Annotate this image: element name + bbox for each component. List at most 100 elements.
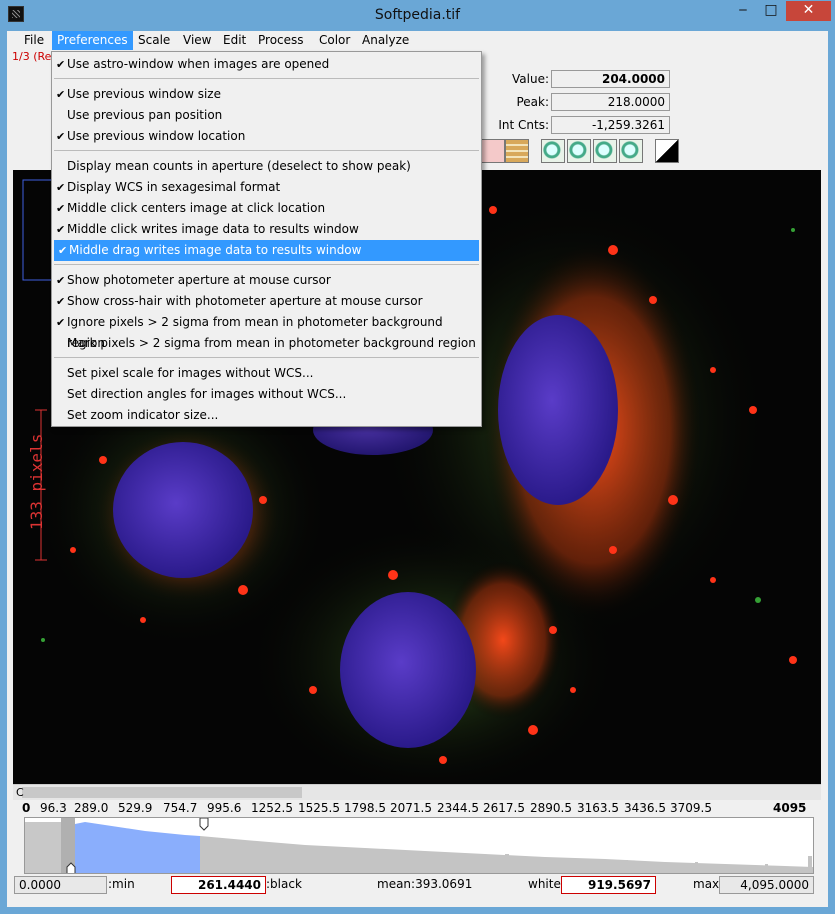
check-icon: ✔: [56, 274, 66, 287]
table-icon[interactable]: [505, 139, 529, 163]
menu-item-mean-counts[interactable]: Display mean counts in aperture (deselec…: [52, 156, 481, 177]
menu-process[interactable]: Process: [253, 31, 309, 50]
menu-separator: [54, 357, 479, 358]
zoom-fit-icon[interactable]: [619, 139, 643, 163]
menu-file[interactable]: File: [19, 31, 49, 50]
min-field[interactable]: 0.0000: [14, 876, 107, 894]
check-icon: ✔: [56, 181, 66, 194]
menu-item-label: Show photometer aperture at mouse cursor: [67, 273, 331, 287]
black-field[interactable]: 261.4440: [171, 876, 266, 894]
check-icon: ✔: [56, 202, 66, 215]
photometer-tool-icon[interactable]: [481, 139, 505, 163]
menu-item-set-pixel-scale[interactable]: Set pixel scale for images without WCS..…: [52, 363, 481, 384]
menu-item-label: Display WCS in sexagesimal format: [67, 180, 281, 194]
menu-item-previous-window-size[interactable]: ✔ Use previous window size: [52, 84, 481, 105]
zoom-actual-icon[interactable]: [567, 139, 591, 163]
menu-item-show-crosshair[interactable]: ✔ Show cross-hair with photometer apertur…: [52, 291, 481, 312]
menu-item-astro-window[interactable]: ✔ Use astro-window when images are opened: [52, 54, 481, 75]
menu-separator: [54, 78, 479, 79]
tick-label: 3163.5: [577, 801, 619, 815]
check-icon: ✔: [56, 130, 66, 143]
histogram-tick-row: 0 96.3 289.0 529.9 754.7 995.6 1252.5 15…: [22, 801, 814, 817]
menu-item-wcs-sexagesimal[interactable]: ✔ Display WCS in sexagesimal format: [52, 177, 481, 198]
tick-label: 1252.5: [251, 801, 293, 815]
menu-item-label: Use previous pan position: [67, 108, 223, 122]
tick-label: 3436.5: [624, 801, 666, 815]
tick-label: 4095: [773, 801, 807, 815]
close-button[interactable]: ✕: [786, 1, 831, 21]
check-icon: ✔: [56, 223, 66, 236]
menu-separator: [54, 150, 479, 151]
menu-item-label: Set zoom indicator size...: [67, 408, 219, 422]
menu-item-set-zoom-indicator[interactable]: Set zoom indicator size...: [52, 405, 481, 426]
maximize-button[interactable]: □: [758, 1, 784, 21]
menu-item-middle-drag-writes[interactable]: ✔ Middle drag writes image data to result…: [54, 240, 479, 261]
tick-label: 2617.5: [483, 801, 525, 815]
menu-item-previous-pan-position[interactable]: Use previous pan position: [52, 105, 481, 126]
check-icon: ✔: [58, 244, 68, 257]
tick-label: 995.6: [207, 801, 242, 815]
menu-item-label: Display mean counts in aperture (deselec…: [67, 159, 411, 173]
menubar: File Preferences Scale View Edit Process…: [7, 31, 828, 50]
value-readout: 204.0000: [551, 70, 670, 88]
check-icon: ✔: [56, 88, 66, 101]
menu-preferences[interactable]: Preferences: [52, 31, 133, 50]
tick-label: 96.3: [40, 801, 67, 815]
menu-item-middle-click-centers[interactable]: ✔ Middle click centers image at click loc…: [52, 198, 481, 219]
preferences-menu: ✔ Use astro-window when images are opened…: [51, 51, 482, 427]
tick-label: 2071.5: [390, 801, 432, 815]
tick-label: 1798.5: [344, 801, 386, 815]
menu-item-label: Middle drag writes image data to results…: [69, 243, 362, 257]
menu-item-label: Use astro-window when images are opened: [67, 57, 330, 71]
tick-label: 0: [22, 801, 31, 815]
tick-label: 2890.5: [530, 801, 572, 815]
title-bar: Softpedia.tif ‒ □ ✕: [0, 0, 835, 31]
menu-item-label: Use previous window location: [67, 129, 246, 143]
tick-label: 3709.5: [670, 801, 712, 815]
menu-item-label: Middle click writes image data to result…: [67, 222, 359, 236]
menu-item-set-direction-angles[interactable]: Set direction angles for images without …: [52, 384, 481, 405]
tick-label: 529.9: [118, 801, 153, 815]
scalebar-label: 133 pixels: [27, 433, 46, 530]
menu-item-mark-pixels[interactable]: Mark pixels > 2 sigma from mean in photo…: [52, 333, 481, 354]
peak-label: Peak:: [516, 95, 549, 109]
zoom-in-icon[interactable]: [541, 139, 565, 163]
invert-icon[interactable]: [655, 139, 679, 163]
frame-label: 1/3 (Re: [12, 50, 52, 63]
scrollbar-thumb[interactable]: [22, 787, 302, 798]
menu-item-label: Middle click centers image at click loca…: [67, 201, 326, 215]
histogram-plot[interactable]: [24, 817, 814, 874]
histogram-svg: [25, 818, 813, 873]
mean-label: mean:393.0691: [377, 877, 473, 891]
value-label: Value:: [512, 72, 549, 86]
menu-item-label: Mark pixels > 2 sigma from mean in photo…: [67, 336, 476, 350]
horizontal-scrollbar[interactable]: [13, 784, 821, 800]
int-cnts-label: Int Cnts:: [498, 118, 549, 132]
check-icon: ✔: [56, 295, 66, 308]
white-field[interactable]: 919.5697: [561, 876, 656, 894]
menu-view[interactable]: View: [178, 31, 216, 50]
menu-item-label: Show cross-hair with photometer aperture…: [67, 294, 423, 308]
tick-label: 2344.5: [437, 801, 479, 815]
window-title: Softpedia.tif: [374, 7, 461, 23]
menu-color[interactable]: Color: [314, 31, 355, 50]
zoom-out-icon[interactable]: [593, 139, 617, 163]
menu-edit[interactable]: Edit: [218, 31, 251, 50]
check-icon: ✔: [56, 58, 66, 71]
tick-label: 1525.5: [298, 801, 340, 815]
check-icon: ✔: [56, 316, 66, 329]
white-label: white:: [528, 877, 565, 891]
menu-analyze[interactable]: Analyze: [357, 31, 414, 50]
peak-readout: 218.0000: [551, 93, 670, 111]
int-cnts-readout: -1,259.3261: [551, 116, 670, 134]
minimize-button[interactable]: ‒: [730, 1, 756, 21]
max-field[interactable]: 4,095.0000: [719, 876, 814, 894]
tick-label: 754.7: [163, 801, 198, 815]
menu-item-show-aperture[interactable]: ✔ Show photometer aperture at mouse curso…: [52, 270, 481, 291]
menu-scale[interactable]: Scale: [133, 31, 175, 50]
menu-item-ignore-pixels[interactable]: ✔ Ignore pixels > 2 sigma from mean in ph…: [52, 312, 481, 350]
black-label: :black: [266, 877, 302, 891]
menu-item-middle-click-writes[interactable]: ✔ Middle click writes image data to resul…: [52, 219, 481, 240]
menu-item-previous-window-location[interactable]: ✔ Use previous window location: [52, 126, 481, 147]
tick-label: 289.0: [74, 801, 109, 815]
